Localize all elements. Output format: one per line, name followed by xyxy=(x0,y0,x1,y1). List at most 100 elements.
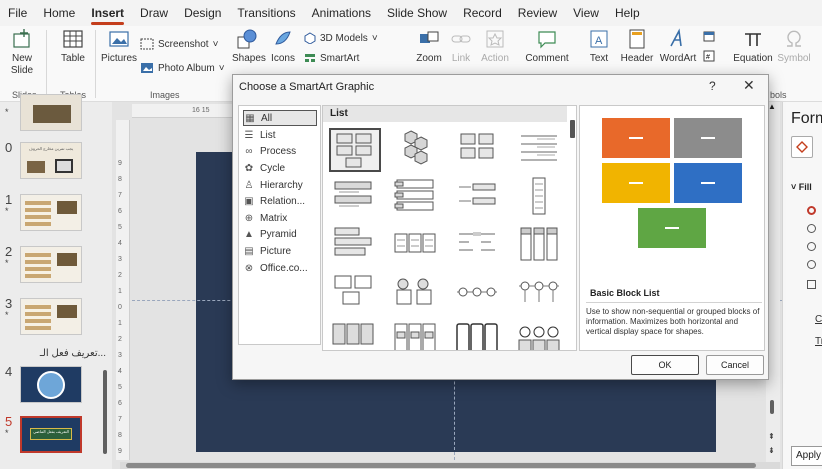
layout-branch-list[interactable] xyxy=(515,272,567,316)
thumbnail-scrollbar[interactable] xyxy=(103,370,107,454)
link-button[interactable]: Link xyxy=(446,28,476,65)
tab-design[interactable]: Design xyxy=(176,0,229,26)
smartart-button[interactable]: SmartArt xyxy=(304,52,359,64)
screenshot-button[interactable]: Screenshot ˅ xyxy=(140,38,218,50)
tab-review[interactable]: Review xyxy=(510,0,565,26)
slide-thumbnail[interactable] xyxy=(20,246,82,283)
horizontal-scrollbar[interactable] xyxy=(120,462,780,469)
fill-option-radio[interactable] xyxy=(807,206,816,215)
comment-button[interactable]: Comment xyxy=(524,28,570,65)
tab-insert[interactable]: Insert xyxy=(83,0,132,26)
tab-home[interactable]: Home xyxy=(35,0,83,26)
header-button[interactable]: Header xyxy=(620,28,654,65)
layout-picture-strips[interactable] xyxy=(515,320,567,350)
category-process[interactable]: ∞ Process xyxy=(243,143,317,159)
3d-models-button[interactable]: 3D Models ˅ xyxy=(304,32,378,44)
tab-record[interactable]: Record xyxy=(455,0,510,26)
slide-thumbnail[interactable]: يجب تمرين مخارج الحروف xyxy=(20,142,82,179)
layout-vertical-bullet-list[interactable] xyxy=(329,176,381,220)
chevron-down-icon: ˅ xyxy=(791,182,799,192)
close-icon[interactable]: ✕ xyxy=(743,77,755,94)
layout-circle-list[interactable] xyxy=(453,272,505,316)
zoom-button[interactable]: Zoom xyxy=(412,28,446,65)
layout-bending-picture-list[interactable] xyxy=(391,272,443,316)
pictures-button[interactable]: Pictures xyxy=(100,28,138,65)
fill-option-radio[interactable] xyxy=(807,260,816,269)
category-pyramid[interactable]: ▲ Pyramid xyxy=(243,226,317,242)
layout-stacked-list[interactable] xyxy=(515,176,567,220)
new-slide-button[interactable]: New Slide xyxy=(6,28,38,77)
layout-square-accent-list[interactable] xyxy=(391,224,443,268)
tab-draw[interactable]: Draw xyxy=(132,0,176,26)
layout-picture-caption-list[interactable] xyxy=(329,272,381,316)
category-office-com[interactable]: ⊗ Office.co... xyxy=(243,260,317,276)
layout-lined-list[interactable] xyxy=(515,128,567,172)
fill-section-header[interactable]: ˅ Fill xyxy=(791,182,812,192)
layout-grouped-list[interactable] xyxy=(391,320,443,350)
layout-vertical-box-list[interactable] xyxy=(391,176,443,220)
slide-thumbnail[interactable] xyxy=(20,366,82,403)
help-button[interactable]: ? xyxy=(709,79,716,93)
cancel-button[interactable]: Cancel xyxy=(706,355,764,375)
slide-thumbnail[interactable] xyxy=(20,298,82,335)
table-button[interactable]: Table xyxy=(56,28,90,65)
shapes-button[interactable]: Shapes xyxy=(232,28,266,65)
category-hierarchy[interactable]: ♙ Hierarchy xyxy=(243,177,317,193)
slide-thumbnail[interactable] xyxy=(20,194,82,231)
slide-thumbnail-selected[interactable]: التعريف بفعل الماضي xyxy=(20,416,82,453)
transparency-link[interactable]: Tr xyxy=(815,336,822,347)
symbol-button[interactable]: Symbol xyxy=(776,28,812,65)
fill-option-radio[interactable] xyxy=(807,224,816,233)
layout-table-list[interactable] xyxy=(329,224,381,268)
layout-pillars-list[interactable] xyxy=(453,320,505,350)
slide-number-button[interactable]: # xyxy=(702,50,716,65)
slide-thumbnail[interactable] xyxy=(20,94,82,131)
gallery-scrollbar[interactable] xyxy=(570,120,575,138)
category-relationship[interactable]: ▣ Relation... xyxy=(243,193,317,209)
previous-slide-icon[interactable]: ⇞ xyxy=(768,432,775,441)
layout-tab-list[interactable] xyxy=(515,224,567,268)
preview-panel: Basic Block List Use to show non-sequent… xyxy=(579,105,765,351)
scroll-up-icon[interactable]: ▲ xyxy=(768,102,776,111)
next-slide-icon[interactable]: ⇟ xyxy=(768,446,775,455)
vertical-ruler: 9 8 7 6 5 4 3 2 1 0 1 2 3 4 5 6 7 8 9 xyxy=(116,120,130,460)
layout-trapezoid-list[interactable] xyxy=(453,224,505,268)
category-matrix[interactable]: ⊕ Matrix xyxy=(243,210,317,226)
slide-number: 5 xyxy=(5,414,13,429)
photo-album-button[interactable]: Photo Album ˅ xyxy=(140,62,225,74)
tab-file[interactable]: File xyxy=(0,0,35,26)
layout-basic-block-list[interactable] xyxy=(329,128,381,172)
category-list-item[interactable]: ☰ List xyxy=(243,127,317,143)
tab-animations[interactable]: Animations xyxy=(304,0,379,26)
thumbnail-image xyxy=(57,305,77,318)
fill-option-checkbox[interactable] xyxy=(807,280,816,289)
icons-button[interactable]: Icons xyxy=(266,28,300,65)
photo-album-icon xyxy=(141,63,153,73)
tab-help[interactable]: Help xyxy=(607,0,648,26)
tab-view[interactable]: View xyxy=(565,0,607,26)
text-button[interactable]: A Text xyxy=(586,28,612,65)
tab-slide-show[interactable]: Slide Show xyxy=(379,0,455,26)
category-all[interactable]: ▦ All xyxy=(243,110,317,126)
ruler-tick: 3 xyxy=(118,352,122,359)
layout-accent-list[interactable] xyxy=(329,320,381,350)
layout-picture-list[interactable] xyxy=(453,128,505,172)
ok-button[interactable]: OK xyxy=(631,355,699,375)
scrollbar-thumb[interactable] xyxy=(126,463,756,468)
wordart-button[interactable]: WordArt xyxy=(656,28,700,65)
preview-dash xyxy=(701,137,715,139)
color-link[interactable]: Co xyxy=(815,314,822,325)
scrollbar-thumb[interactable] xyxy=(770,400,774,414)
apply-button[interactable]: Apply xyxy=(791,446,822,466)
tab-transitions[interactable]: Transitions xyxy=(229,0,303,26)
date-time-button[interactable] xyxy=(702,30,716,45)
section-label[interactable]: تعريف فعل الـ... xyxy=(6,348,106,359)
layout-hexagon-list[interactable] xyxy=(391,128,443,172)
layout-horizontal-bullet-list[interactable] xyxy=(453,176,505,220)
action-button[interactable]: Action xyxy=(478,28,512,65)
equation-button[interactable]: Equation xyxy=(732,28,774,65)
fill-option-radio[interactable] xyxy=(807,242,816,251)
category-picture[interactable]: ▤ Picture xyxy=(243,243,317,259)
fill-line-tab[interactable] xyxy=(791,136,813,158)
category-cycle[interactable]: ✿ Cycle xyxy=(243,160,317,176)
